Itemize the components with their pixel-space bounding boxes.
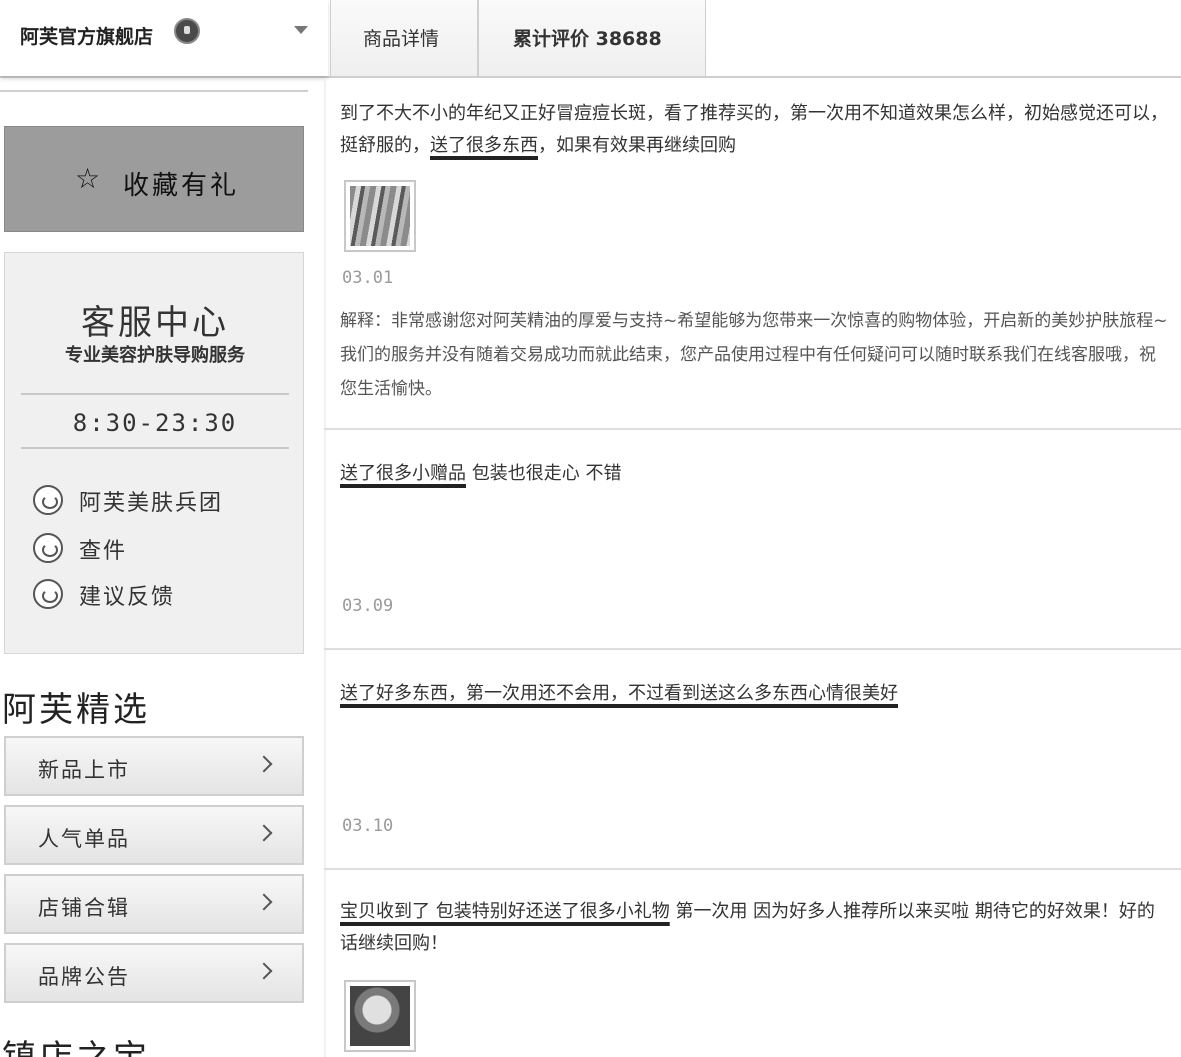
category-new-arrivals[interactable]: 新品上市 — [4, 736, 304, 796]
review-date: 03.10 — [342, 816, 394, 836]
tab-label: 累计评价 38688 — [513, 28, 662, 50]
category-collections[interactable]: 店铺合辑 — [4, 874, 304, 934]
star-icon: ☆ — [75, 162, 101, 195]
review-text-part: ，如果有效果再继续回购 — [538, 135, 736, 156]
review-item: 到了不大不小的年纪又正好冒痘痘长斑，看了推荐买的，第一次用不知道效果怎么样，初始… — [324, 98, 1181, 430]
review-photo-thumbnail[interactable] — [344, 180, 416, 252]
seller-reply: 解释：非常感谢您对阿芙精油的厚爱与支持~希望能够为您带来一次惊喜的购物体验，开启… — [340, 311, 1168, 399]
service-link-label: 阿芙美肤兵团 — [79, 491, 224, 516]
wangwang-icon — [33, 533, 63, 563]
wangwang-chat-icon[interactable] — [174, 18, 200, 44]
chevron-right-icon — [255, 962, 273, 980]
service-title: 客服中心 — [81, 303, 229, 343]
review-date: 03.09 — [342, 596, 394, 616]
review-text: 宝贝收到了 包装特别好还送了很多小礼物 第一次用 因为好多人推荐所以来买啦 期待… — [340, 896, 1170, 960]
review-highlight: 宝贝收到了 包装特别好还送了很多小礼物 — [340, 901, 670, 922]
service-subtitle: 专业美容护肤导购服务 — [65, 345, 245, 366]
wangwang-icon — [33, 485, 63, 515]
review-highlight: 送了很多东西 — [430, 135, 538, 156]
chevron-right-icon — [255, 893, 273, 911]
tab-reviews[interactable]: 累计评价 38688 — [478, 0, 706, 76]
divider — [0, 90, 308, 92]
category-popular[interactable]: 人气单品 — [4, 805, 304, 865]
review-item: 送了好多东西，第一次用还不会用，不过看到送这么多东西心情很美好 03.10 — [324, 678, 1181, 870]
category-announcements[interactable]: 品牌公告 — [4, 943, 304, 1003]
category-label: 品牌公告 — [38, 965, 130, 989]
favorite-gift-button[interactable]: ☆ 收藏有礼 — [4, 126, 304, 232]
review-text: 送了好多东西，第一次用还不会用，不过看到送这么多东西心情很美好 — [340, 678, 1170, 710]
review-item: 送了很多小赠品 包装也很走心 不错 03.09 — [324, 458, 1181, 650]
tab-label: 商品详情 — [363, 28, 440, 50]
shop-name: 阿芙官方旗舰店 — [20, 26, 154, 48]
chevron-right-icon — [255, 755, 273, 773]
top-bar: 阿芙官方旗舰店 商品详情 累计评价 38688 — [0, 0, 1181, 78]
category-label: 店铺合辑 — [38, 896, 130, 920]
divider — [21, 393, 289, 395]
review-text: 送了很多小赠品 包装也很走心 不错 — [340, 458, 1170, 490]
category-label: 人气单品 — [38, 827, 130, 851]
review-photo — [350, 986, 410, 1046]
review-photo — [350, 186, 410, 246]
review-item: 宝贝收到了 包装特别好还送了很多小礼物 第一次用 因为好多人推荐所以来买啦 期待… — [324, 896, 1181, 1057]
service-link-label: 查件 — [79, 539, 128, 564]
review-text: 到了不大不小的年纪又正好冒痘痘长斑，看了推荐买的，第一次用不知道效果怎么样，初始… — [340, 98, 1170, 162]
service-hours: 8:30-23:30 — [72, 409, 238, 437]
review-text-part: 包装也很走心 不错 — [466, 463, 622, 484]
review-highlight: 送了好多东西，第一次用还不会用，不过看到送这么多东西心情很美好 — [340, 683, 898, 704]
shop-dropdown[interactable]: 阿芙官方旗舰店 — [0, 0, 328, 76]
tab-product-details[interactable]: 商品详情 — [330, 0, 478, 76]
divider — [21, 447, 289, 449]
review-photo-thumbnail[interactable] — [344, 980, 416, 1052]
review-highlight: 送了很多小赠品 — [340, 463, 466, 484]
category-label: 新品上市 — [38, 758, 130, 782]
section-title-selection: 阿芙精选 — [2, 690, 150, 730]
chevron-right-icon — [255, 824, 273, 842]
review-date: 03.01 — [342, 268, 394, 288]
page: 阿芙官方旗舰店 商品详情 累计评价 38688 ☆ 收藏有礼 客服中心 专业美容… — [0, 0, 1181, 1057]
favorite-label: 收藏有礼 — [123, 171, 240, 201]
service-link-label: 建议反馈 — [79, 585, 176, 610]
section-title-treasures: 镇店之宝 — [2, 1030, 150, 1057]
chevron-down-icon[interactable] — [294, 26, 308, 34]
wangwang-icon — [33, 579, 63, 609]
customer-service-panel: 客服中心 专业美容护肤导购服务 8:30-23:30 阿芙美肤兵团 查件 建议反… — [4, 252, 304, 654]
